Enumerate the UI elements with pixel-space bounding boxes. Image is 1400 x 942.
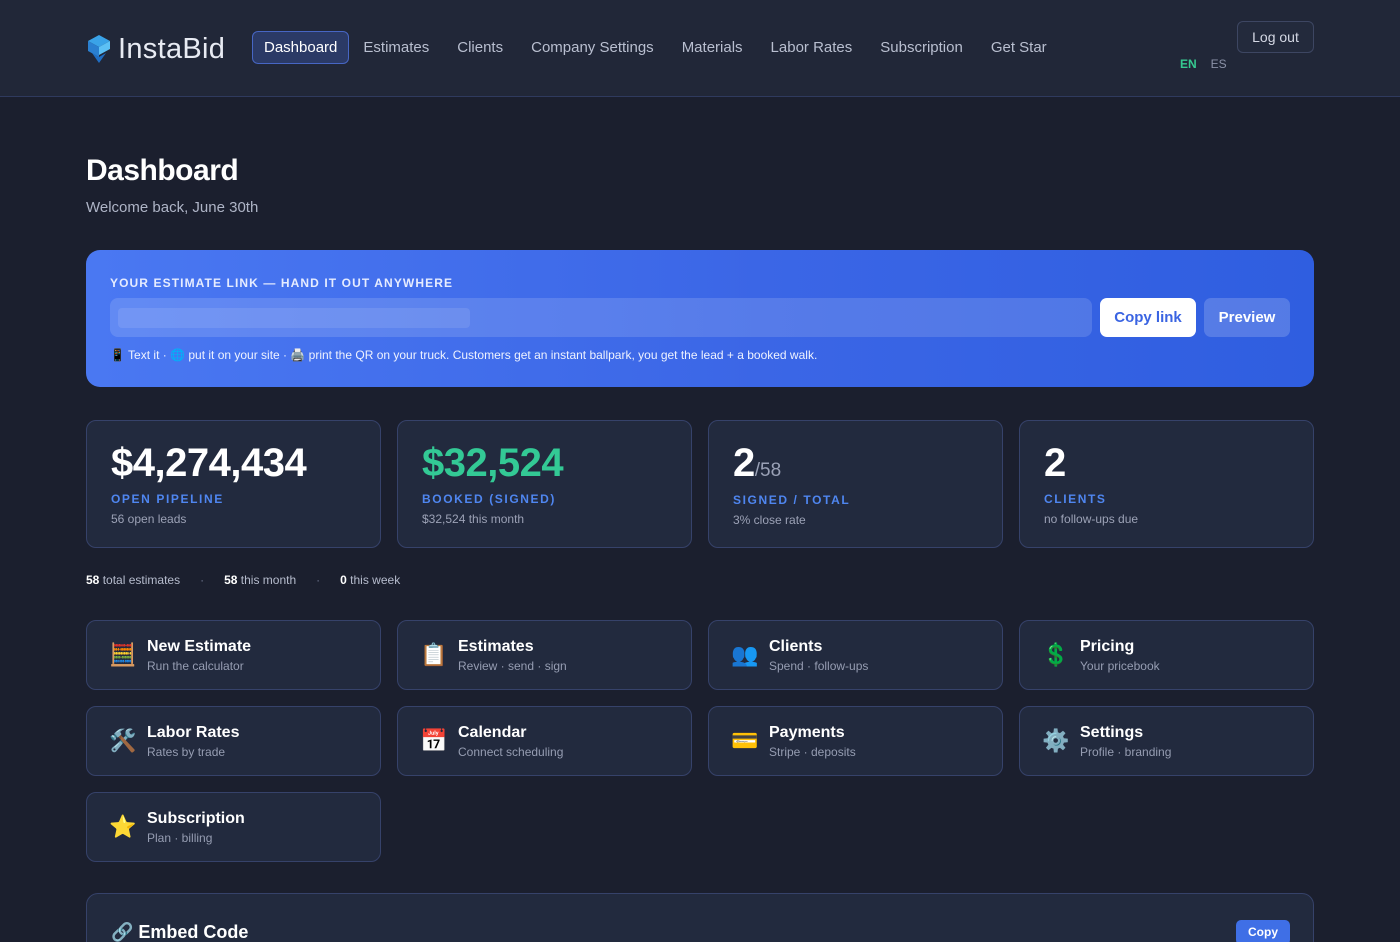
month-estimates-count: 58 (224, 573, 238, 587)
stat-value: $32,524 (422, 441, 564, 485)
stat-card-signed-total: 2/58 SIGNED / TOTAL 3% close rate (708, 420, 1003, 548)
tile-title: New Estimate (147, 638, 252, 655)
welcome-message: Welcome back, June 30th (86, 199, 259, 216)
stat-note: 56 open leads (111, 512, 187, 526)
tile-subtitle: Profile · branding (1080, 745, 1172, 759)
tile-labor-rates[interactable]: 🛠️ Labor Rates Rates by trade (86, 706, 381, 776)
week-estimates-text: this week (350, 573, 401, 587)
nav-estimates[interactable]: Estimates (349, 31, 443, 64)
lang-es-option[interactable]: ES (1211, 57, 1227, 71)
estimate-totals: 58 total estimates · 58 this month · 0 t… (86, 573, 400, 587)
clipboard-icon: 📋 (420, 642, 448, 667)
tile-subtitle: Review · send · sign (458, 659, 567, 673)
separator: · (200, 573, 205, 587)
tile-calendar[interactable]: 📅 Calendar Connect scheduling (397, 706, 692, 776)
tile-subscription[interactable]: ⭐ Subscription Plan · billing (86, 792, 381, 862)
stat-value: $4,274,434 (111, 441, 307, 485)
stat-note: $32,524 this month (422, 512, 525, 526)
total-estimates-text: total estimates (102, 573, 181, 587)
tile-subtitle: Rates by trade (147, 745, 226, 759)
tile-subtitle: Connect scheduling (458, 745, 564, 759)
estimate-link-hint: 📱 Text it · 🌐 put it on your site · 🖨️ p… (110, 348, 818, 362)
tile-new-estimate[interactable]: 🧮 New Estimate Run the calculator (86, 620, 381, 690)
nav-labor-rates[interactable]: Labor Rates (757, 31, 867, 64)
main-nav: Dashboard Estimates Clients Company Sett… (252, 31, 1061, 64)
tile-subtitle: Run the calculator (147, 659, 244, 673)
brand-logo[interactable]: InstaBid (86, 33, 225, 65)
instabid-logo-icon (88, 35, 110, 63)
page-title: Dashboard (86, 154, 239, 187)
estimate-link-url-redacted (118, 308, 470, 328)
logout-button[interactable]: Log out (1237, 21, 1314, 53)
tile-title: Estimates (458, 638, 534, 655)
stat-card-booked: $32,524 BOOKED (SIGNED) $32,524 this mon… (397, 420, 692, 548)
stat-card-clients: 2 CLIENTS no follow-ups due (1019, 420, 1314, 548)
estimate-link-card: YOUR ESTIMATE LINK — HAND IT OUT ANYWHER… (86, 250, 1314, 387)
nav-clients[interactable]: Clients (443, 31, 517, 64)
calendar-icon: 📅 (420, 728, 448, 753)
abacus-icon: 🧮 (109, 642, 137, 667)
gear-icon: ⚙️ (1042, 728, 1070, 753)
nav-get-star[interactable]: Get Star (977, 31, 1061, 64)
tile-estimates[interactable]: 📋 Estimates Review · send · sign (397, 620, 692, 690)
tile-payments[interactable]: 💳 Payments Stripe · deposits (708, 706, 1003, 776)
month-estimates-text: this month (240, 573, 297, 587)
people-icon: 👥 (731, 642, 759, 667)
tile-subtitle: Spend · follow-ups (769, 659, 869, 673)
stat-value: 2 (733, 441, 755, 485)
stat-card-open-pipeline: $4,274,434 OPEN PIPELINE 56 open leads (86, 420, 381, 548)
separator: · (316, 573, 321, 587)
estimate-link-label: YOUR ESTIMATE LINK — HAND IT OUT ANYWHER… (110, 276, 454, 290)
tile-title: Subscription (147, 810, 245, 827)
week-estimates-count: 0 (340, 573, 347, 587)
embed-copy-button[interactable]: Copy (1236, 920, 1290, 942)
top-navigation-bar: InstaBid Dashboard Estimates Clients Com… (0, 0, 1400, 97)
stat-note: 3% close rate (733, 513, 806, 527)
tile-pricing[interactable]: 💲 Pricing Your pricebook (1019, 620, 1314, 690)
tile-title: Settings (1080, 724, 1144, 741)
tile-title: Payments (769, 724, 845, 741)
preview-button[interactable]: Preview (1204, 298, 1290, 337)
tile-clients[interactable]: 👥 Clients Spend · follow-ups (708, 620, 1003, 690)
stat-label: BOOKED (SIGNED) (422, 492, 557, 506)
tile-title: Labor Rates (147, 724, 240, 741)
dollar-icon: 💲 (1042, 642, 1070, 667)
embed-code-card: 🔗 Embed Code Copy (86, 893, 1314, 942)
embed-code-title: 🔗 Embed Code (111, 922, 249, 942)
lang-en-option[interactable]: EN (1180, 57, 1197, 71)
tile-title: Calendar (458, 724, 527, 741)
tile-subtitle: Stripe · deposits (769, 745, 856, 759)
credit-card-icon: 💳 (731, 728, 759, 753)
stat-label: OPEN PIPELINE (111, 492, 224, 506)
nav-dashboard[interactable]: Dashboard (252, 31, 350, 64)
tools-icon: 🛠️ (109, 728, 137, 753)
stat-label: SIGNED / TOTAL (733, 493, 851, 507)
language-switcher: EN ES (1180, 57, 1227, 71)
nav-subscription[interactable]: Subscription (866, 31, 977, 64)
stat-label: CLIENTS (1044, 492, 1107, 506)
star-icon: ⭐ (109, 814, 137, 839)
tile-settings[interactable]: ⚙️ Settings Profile · branding (1019, 706, 1314, 776)
stat-value-group: 2/58 (733, 441, 781, 486)
tile-subtitle: Plan · billing (147, 831, 213, 845)
stat-note: no follow-ups due (1044, 512, 1139, 526)
stat-value-suffix: /58 (754, 460, 782, 481)
tile-title: Pricing (1080, 638, 1135, 655)
stat-value: 2 (1044, 441, 1066, 485)
copy-link-button[interactable]: Copy link (1100, 298, 1196, 337)
total-estimates-count: 58 (86, 573, 100, 587)
tile-subtitle: Your pricebook (1080, 659, 1160, 673)
estimate-link-field[interactable] (110, 298, 1092, 337)
brand-name: InstaBid (118, 32, 226, 65)
nav-company-settings[interactable]: Company Settings (517, 31, 668, 64)
tile-title: Clients (769, 638, 823, 655)
nav-materials[interactable]: Materials (668, 31, 757, 64)
